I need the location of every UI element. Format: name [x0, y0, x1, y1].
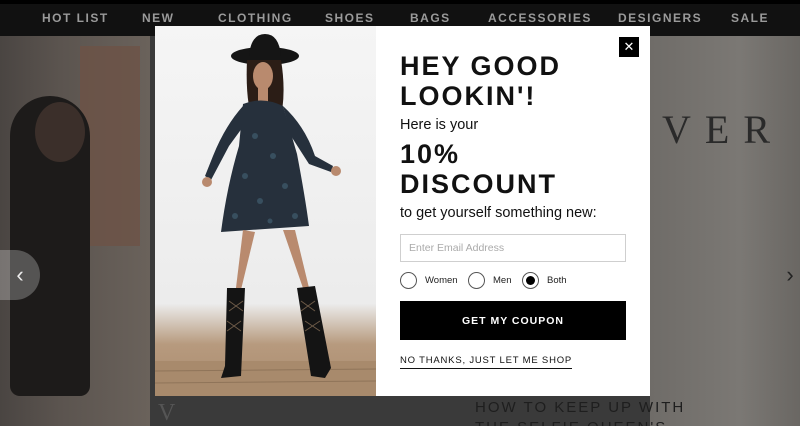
discount-line1: 10%: [400, 139, 461, 169]
nav-item-shoes[interactable]: SHOES: [325, 11, 375, 25]
chevron-left-icon: ‹: [16, 262, 24, 287]
radio-both[interactable]: Both: [522, 272, 567, 289]
hero-image-left: [0, 36, 150, 426]
nav-item-sale[interactable]: SALE: [731, 11, 769, 25]
modal-tagline: to get yourself something new:: [400, 205, 597, 221]
radio-women[interactable]: Women: [400, 272, 458, 289]
nav-top-stripe: [0, 0, 800, 4]
carousel-next-button[interactable]: ›: [780, 255, 800, 295]
headline-line1: HEY GOOD: [400, 51, 562, 81]
storefront-letters: VER: [662, 107, 784, 152]
hero-image-right: VER: [650, 36, 800, 426]
model-head: [35, 102, 85, 162]
modal-subline: Here is your: [400, 117, 479, 133]
bg-article-title-line2: THE SELFIE QUEEN'S: [475, 418, 685, 426]
discount-modal: ✕ HEY GOOD LOOKIN'! Here is your 10% DIS…: [155, 26, 650, 396]
radio-label-men: Men: [493, 275, 512, 286]
bg-article-title[interactable]: HOW TO KEEP UP WITH THE SELFIE QUEEN'S: [475, 398, 685, 426]
close-modal-button[interactable]: ✕: [619, 37, 639, 57]
radio-label-both: Both: [547, 275, 567, 286]
model-photo-illustration: [155, 34, 376, 396]
nav-item-hot-list[interactable]: HOT LIST: [42, 11, 109, 25]
radio-selected-dot: [526, 276, 535, 285]
radio-circle-women[interactable]: [400, 272, 417, 289]
nav-item-new[interactable]: NEW: [142, 11, 175, 25]
nav-item-designers[interactable]: DESIGNERS: [618, 11, 702, 25]
radio-circle-men[interactable]: [468, 272, 485, 289]
email-field[interactable]: [400, 234, 626, 262]
nav-item-accessories[interactable]: ACCESSORIES: [488, 11, 592, 25]
radio-label-women: Women: [425, 275, 458, 286]
radio-men[interactable]: Men: [468, 272, 511, 289]
radio-circle-both[interactable]: [522, 272, 539, 289]
dismiss-link[interactable]: NO THANKS, JUST LET ME SHOP: [400, 355, 573, 369]
close-icon: ✕: [623, 39, 635, 54]
model-photo: [155, 26, 376, 396]
discount-heading: 10% DISCOUNT: [400, 139, 557, 199]
nav-item-bags[interactable]: BAGS: [410, 11, 451, 25]
chevron-right-icon: ›: [786, 262, 794, 287]
nav-item-clothing[interactable]: CLOTHING: [218, 11, 293, 25]
modal-headline: HEY GOOD LOOKIN'!: [400, 51, 561, 111]
bg-caption-left: V: [158, 400, 179, 426]
discount-line2: DISCOUNT: [400, 169, 557, 199]
get-coupon-button[interactable]: GET MY COUPON: [400, 301, 626, 340]
headline-line2: LOOKIN'!: [400, 81, 537, 111]
bg-article-title-line1: HOW TO KEEP UP WITH: [475, 399, 686, 416]
